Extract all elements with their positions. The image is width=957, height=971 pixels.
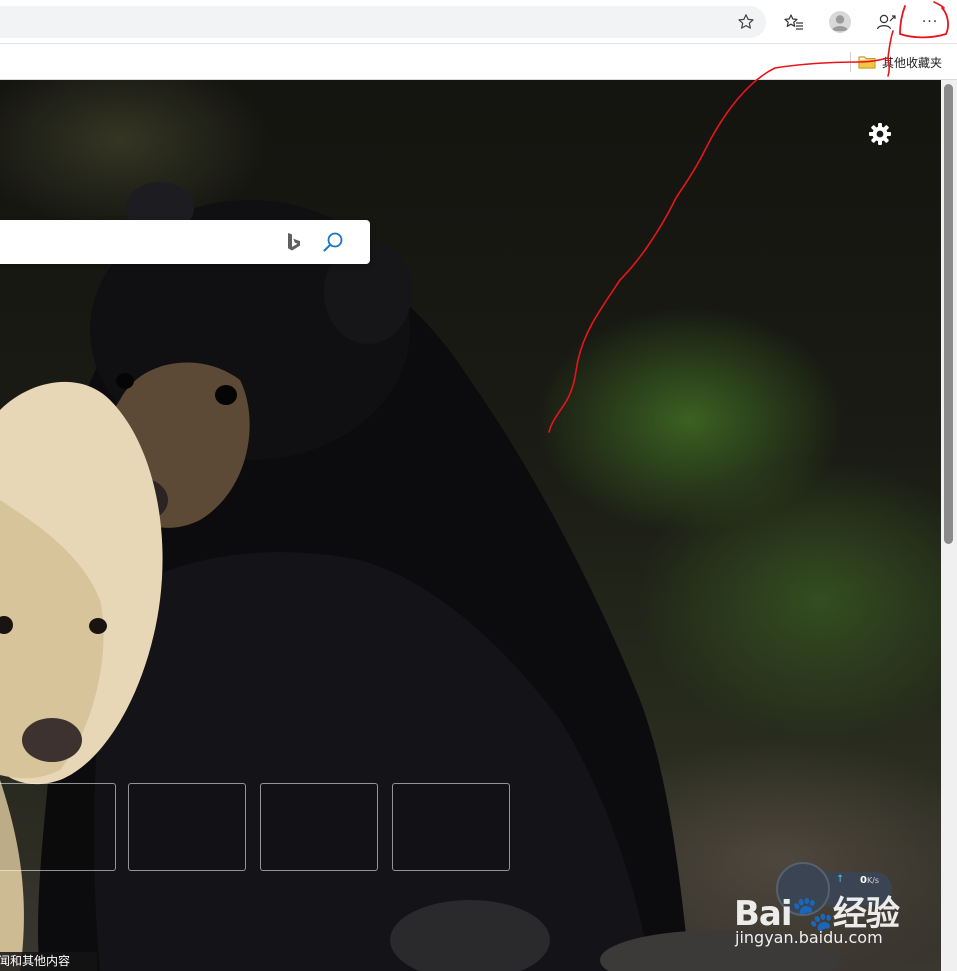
baidu-jingyan-watermark: Bai🐾经验 jingyan.baidu.com: [732, 886, 912, 956]
quick-link-tile[interactable]: [260, 783, 378, 871]
web-search-box: [0, 220, 370, 266]
search-icon: [323, 232, 343, 252]
bing-logo: [282, 230, 306, 254]
quick-link-tile[interactable]: [392, 783, 510, 871]
search-button[interactable]: [320, 229, 346, 255]
browser-toolbar: ···: [0, 0, 957, 44]
quick-link-tile[interactable]: [128, 783, 246, 871]
net-speed-value: 0K/s: [860, 875, 879, 886]
favorites-icon: [784, 14, 803, 30]
address-bar[interactable]: [0, 6, 766, 38]
favorites-bar: 其他收藏夹: [0, 44, 957, 80]
page-scrollbar[interactable]: [941, 80, 957, 971]
share-person-icon: [876, 14, 896, 30]
quick-link-tile[interactable]: [0, 783, 116, 871]
profile-avatar-icon: [829, 11, 851, 33]
favorites-button[interactable]: [780, 8, 808, 36]
new-tab-page: 新闻和其他内容 ↑ 0K/s Bai🐾经验 jingyan.baidu.com: [0, 80, 941, 971]
star-add-icon: [738, 14, 754, 29]
favorites-separator: [850, 52, 851, 72]
share-button[interactable]: [872, 8, 900, 36]
watermark-url: jingyan.baidu.com: [735, 928, 883, 947]
bing-logo-icon: [288, 233, 300, 251]
net-speed-number: 0: [860, 875, 867, 886]
gear-icon: [869, 123, 891, 145]
net-speed-unit: K/s: [866, 876, 880, 885]
page-settings-button[interactable]: [866, 120, 894, 148]
scrollbar-thumb[interactable]: [944, 84, 953, 544]
browser-window: ··· 其他收藏夹 闻和其他内容 ↑ 0K/s Bai🐾经验 jingyan.b…: [0, 0, 957, 971]
other-favorites-folder[interactable]: 其他收藏夹: [858, 51, 942, 73]
upload-arrow-icon: ↑: [836, 874, 845, 885]
profile-button[interactable]: [826, 8, 854, 36]
more-menu-button[interactable]: ···: [916, 8, 944, 36]
more-menu-icon: ···: [921, 14, 939, 30]
folder-icon: [858, 56, 876, 69]
other-favorites-label: 其他收藏夹: [882, 55, 943, 70]
search-input[interactable]: [8, 220, 272, 266]
add-favorite-button[interactable]: [732, 8, 760, 36]
news-and-more-link[interactable]: 新闻和其他内容: [0, 952, 97, 971]
